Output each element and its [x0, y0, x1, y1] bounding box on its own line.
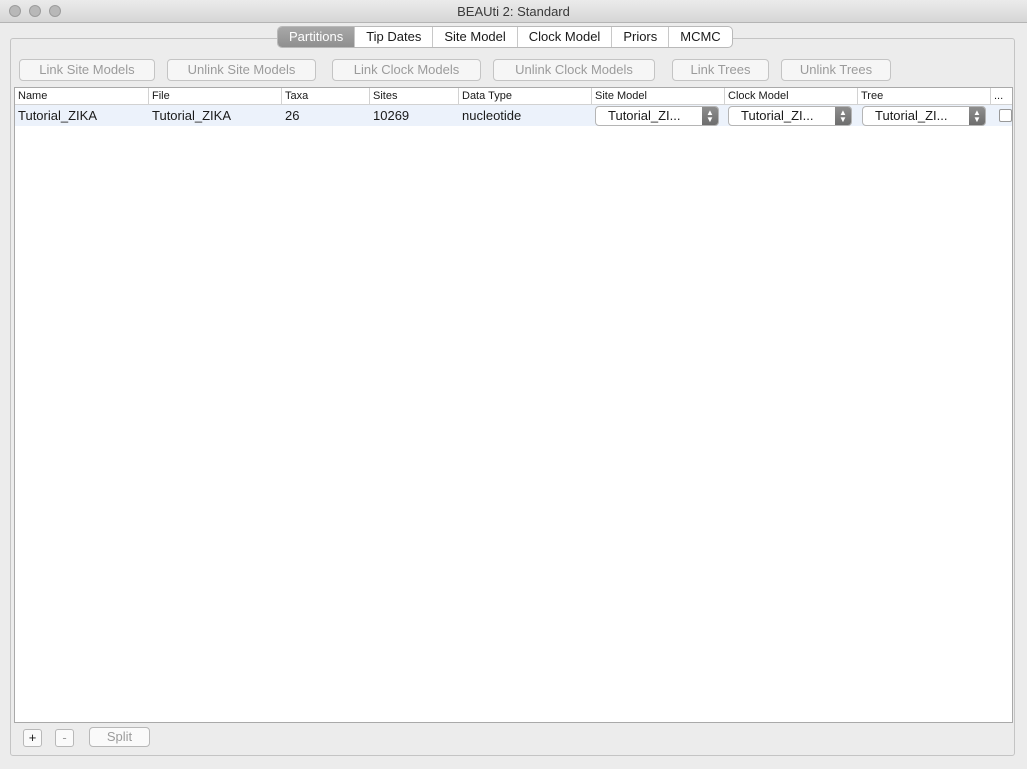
row-checkbox[interactable]	[999, 109, 1012, 122]
cell-file[interactable]: Tutorial_ZIKA	[149, 105, 282, 126]
cell-data-type[interactable]: nucleotide	[459, 105, 592, 126]
column-header-file[interactable]: File	[149, 88, 282, 104]
clock-model-value: Tutorial_ZI...	[741, 108, 814, 123]
tab-bar: Partitions Tip Dates Site Model Clock Mo…	[277, 26, 733, 48]
split-button[interactable]: Split	[89, 727, 150, 747]
tree-select[interactable]: Tutorial_ZI... ▲ ▼	[862, 106, 986, 126]
table-header: Name File Taxa Sites Data Type Site Mode…	[15, 88, 1012, 105]
cell-name[interactable]: Tutorial_ZIKA	[15, 105, 149, 126]
tree-value: Tutorial_ZI...	[875, 108, 948, 123]
cell-sites[interactable]: 10269	[370, 105, 459, 126]
table-row[interactable]: Tutorial_ZIKA Tutorial_ZIKA 26 10269 nuc…	[15, 105, 1012, 126]
clock-model-select[interactable]: Tutorial_ZI... ▲ ▼	[728, 106, 852, 126]
remove-partition-button[interactable]: -	[55, 729, 74, 747]
tab-clock-model[interactable]: Clock Model	[516, 27, 612, 47]
up-down-arrows-icon: ▲ ▼	[835, 107, 851, 125]
unlink-clock-models-button[interactable]: Unlink Clock Models	[493, 59, 655, 81]
site-model-select[interactable]: Tutorial_ZI... ▲ ▼	[595, 106, 719, 126]
site-model-value: Tutorial_ZI...	[608, 108, 681, 123]
unlink-site-models-button[interactable]: Unlink Site Models	[167, 59, 316, 81]
column-header-clock-model[interactable]: Clock Model	[725, 88, 858, 104]
up-down-arrows-icon: ▲ ▼	[702, 107, 718, 125]
column-header-sites[interactable]: Sites	[370, 88, 459, 104]
up-down-arrows-icon: ▲ ▼	[969, 107, 985, 125]
column-header-tree[interactable]: Tree	[858, 88, 991, 104]
link-clock-models-button[interactable]: Link Clock Models	[332, 59, 481, 81]
tab-tip-dates[interactable]: Tip Dates	[354, 27, 432, 47]
column-header-taxa[interactable]: Taxa	[282, 88, 370, 104]
partitions-table: Name File Taxa Sites Data Type Site Mode…	[14, 87, 1013, 723]
column-header-more[interactable]: ...	[991, 88, 1012, 104]
cell-taxa[interactable]: 26	[282, 105, 370, 126]
tab-mcmc[interactable]: MCMC	[668, 27, 731, 47]
tab-partitions[interactable]: Partitions	[278, 27, 355, 47]
link-trees-button[interactable]: Link Trees	[672, 59, 769, 81]
title-bar: BEAUti 2: Standard	[0, 0, 1027, 23]
unlink-trees-button[interactable]: Unlink Trees	[781, 59, 891, 81]
link-site-models-button[interactable]: Link Site Models	[19, 59, 155, 81]
tab-site-model[interactable]: Site Model	[432, 27, 516, 47]
column-header-data-type[interactable]: Data Type	[459, 88, 592, 104]
add-partition-button[interactable]: +	[23, 729, 42, 747]
column-header-name[interactable]: Name	[15, 88, 149, 104]
column-header-site-model[interactable]: Site Model	[592, 88, 725, 104]
window-title: BEAUti 2: Standard	[457, 4, 570, 19]
tab-priors[interactable]: Priors	[611, 27, 668, 47]
